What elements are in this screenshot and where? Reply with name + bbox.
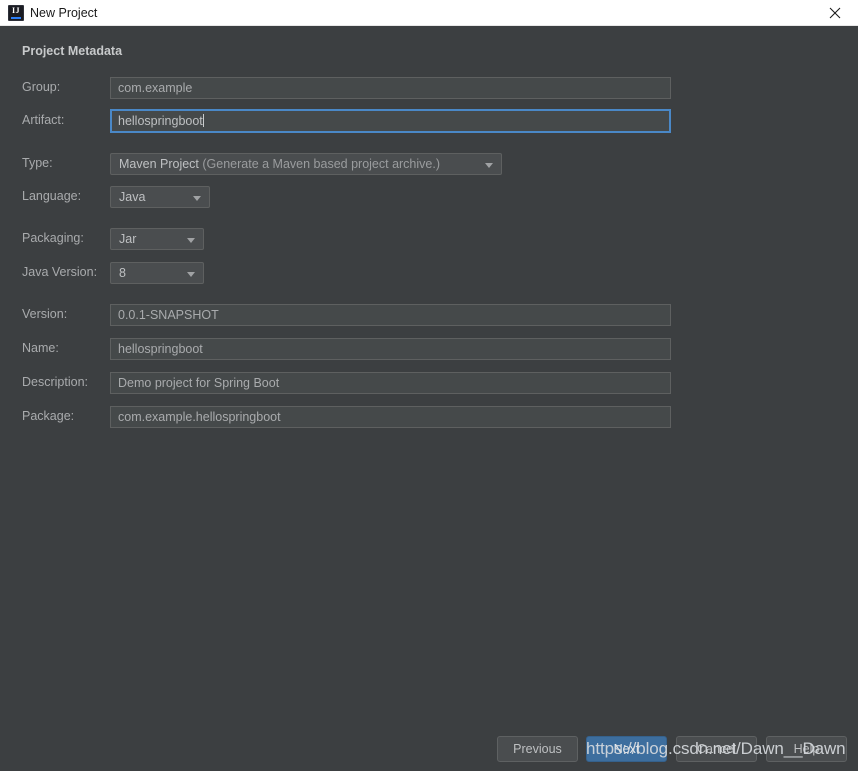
dropdown-type[interactable]: Maven Project (Generate a Maven based pr… bbox=[110, 153, 502, 175]
label-description: Description: bbox=[22, 375, 88, 389]
chevron-down-icon bbox=[187, 238, 195, 243]
dropdown-language-value: Java bbox=[119, 190, 146, 204]
label-group: Group: bbox=[22, 80, 61, 94]
logo-accent-bar bbox=[11, 17, 21, 19]
close-button[interactable] bbox=[812, 0, 858, 26]
label-version: Version: bbox=[22, 307, 68, 321]
text-caret bbox=[202, 114, 204, 127]
help-button[interactable]: Help bbox=[766, 736, 847, 762]
input-package[interactable]: com.example.hellospringboot bbox=[110, 406, 671, 428]
input-version[interactable]: 0.0.1-SNAPSHOT bbox=[110, 304, 671, 326]
label-packaging: Packaging: bbox=[22, 231, 84, 245]
title-bar: IJ New Project bbox=[0, 0, 858, 26]
new-project-dialog: IJ New Project Project Metadata Group: c… bbox=[0, 0, 858, 771]
dropdown-packaging[interactable]: Jar bbox=[110, 228, 204, 250]
label-name: Name: bbox=[22, 341, 59, 355]
label-package: Package: bbox=[22, 409, 75, 423]
input-description[interactable]: Demo project for Spring Boot bbox=[110, 372, 671, 394]
close-icon bbox=[829, 7, 841, 19]
dropdown-type-note: (Generate a Maven based project archive.… bbox=[198, 157, 441, 171]
section-title-project-metadata: Project Metadata bbox=[22, 44, 123, 58]
chevron-down-icon bbox=[193, 196, 201, 201]
dropdown-packaging-value: Jar bbox=[119, 232, 137, 246]
chevron-down-icon bbox=[187, 272, 195, 277]
label-artifact: Artifact: bbox=[22, 113, 65, 127]
dialog-content: Project Metadata Group: com.example Arti… bbox=[0, 26, 858, 771]
label-language: Language: bbox=[22, 189, 82, 203]
input-artifact[interactable]: hellospringboot bbox=[110, 109, 671, 133]
dropdown-type-value: Maven Project bbox=[119, 157, 199, 171]
logo-letters: IJ bbox=[11, 6, 21, 15]
dropdown-java-version[interactable]: 8 bbox=[110, 262, 204, 284]
intellij-idea-logo-icon: IJ bbox=[8, 5, 24, 21]
previous-button[interactable]: Previous bbox=[497, 736, 578, 762]
label-java-version: Java Version: bbox=[22, 265, 98, 279]
dropdown-java-version-value: 8 bbox=[119, 266, 126, 280]
next-button[interactable]: Next bbox=[586, 736, 667, 762]
dropdown-language[interactable]: Java bbox=[110, 186, 210, 208]
input-group[interactable]: com.example bbox=[110, 77, 671, 99]
chevron-down-icon bbox=[485, 163, 493, 168]
input-name[interactable]: hellospringboot bbox=[110, 338, 671, 360]
window-title: New Project bbox=[30, 6, 98, 20]
label-type: Type: bbox=[22, 156, 53, 170]
input-artifact-value: hellospringboot bbox=[118, 114, 203, 128]
cancel-button[interactable]: Cancel bbox=[676, 736, 757, 762]
